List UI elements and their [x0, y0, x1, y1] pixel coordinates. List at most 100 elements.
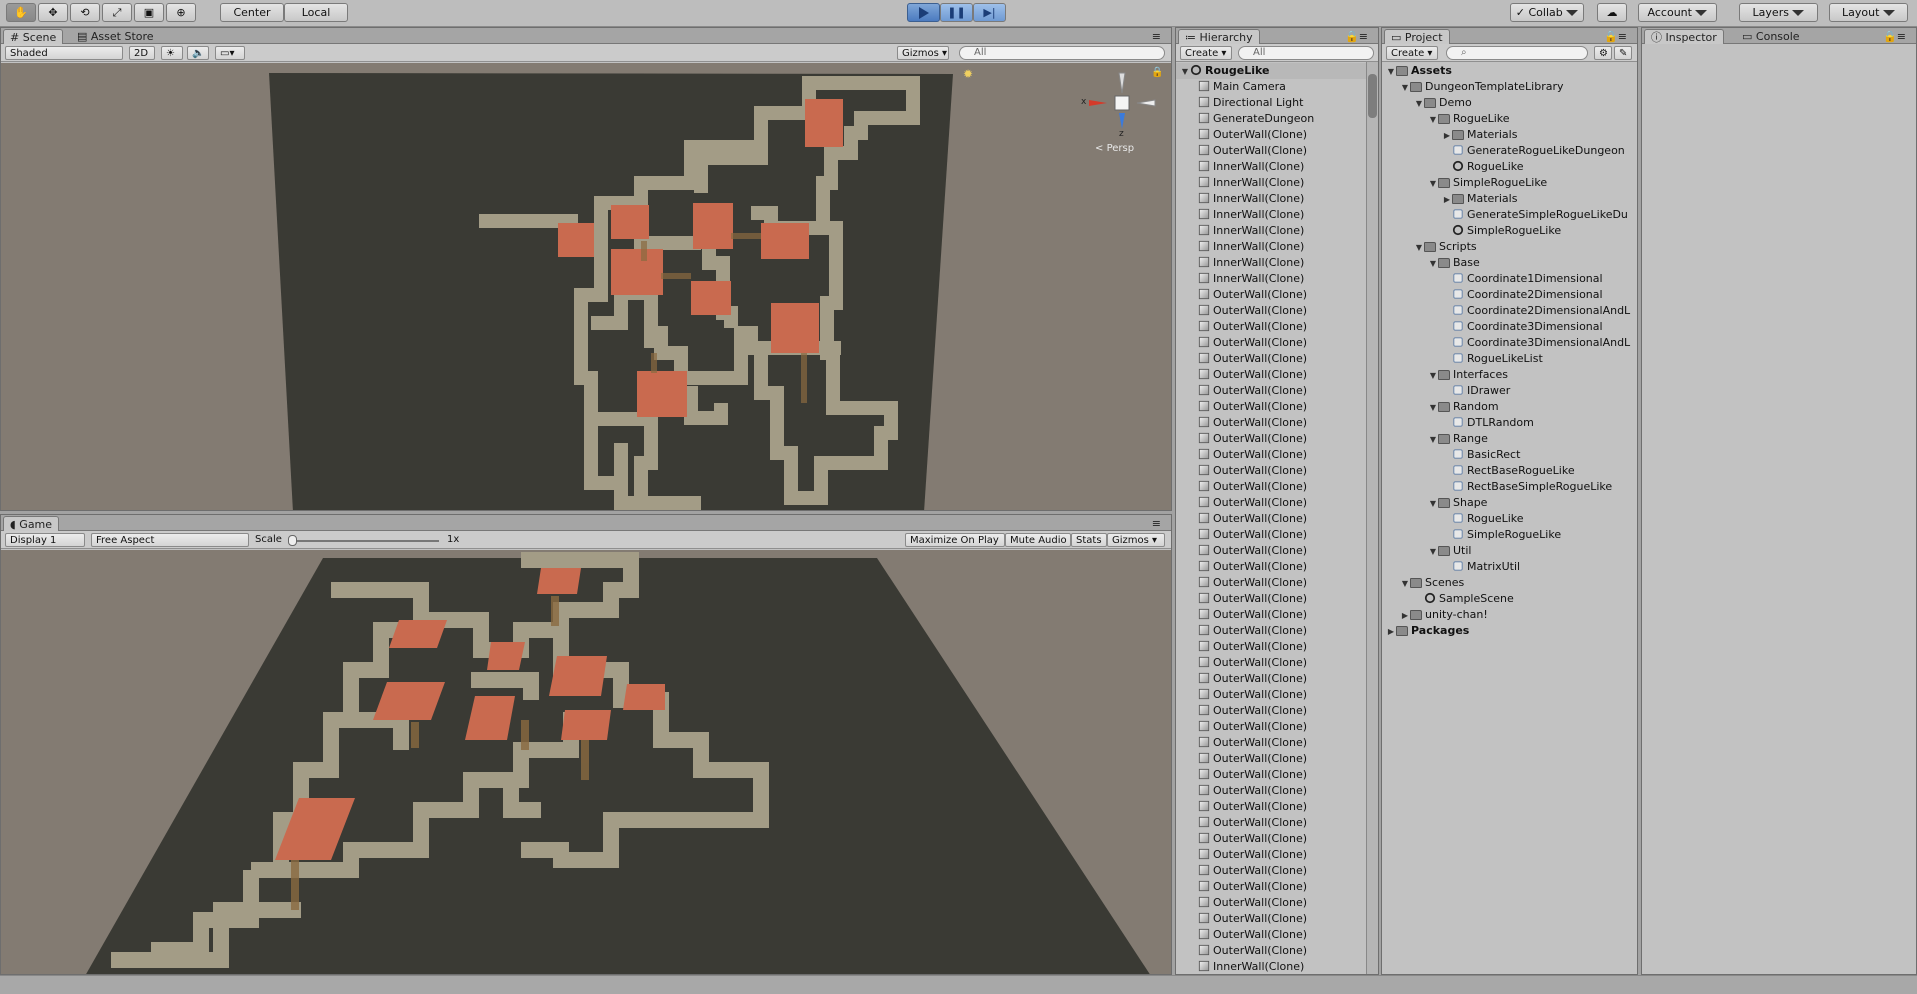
account-dropdown[interactable]: Account: [1638, 3, 1717, 22]
project-create-dropdown[interactable]: Create ▾: [1386, 46, 1438, 60]
play-button[interactable]: [907, 3, 940, 22]
hierarchy-item[interactable]: OuterWall(Clone): [1176, 479, 1378, 495]
hierarchy-item[interactable]: OuterWall(Clone): [1176, 431, 1378, 447]
project-item[interactable]: SimpleRogueLike: [1382, 223, 1637, 239]
layers-dropdown[interactable]: Layers: [1739, 3, 1818, 22]
project-item[interactable]: Coordinate1Dimensional: [1382, 271, 1637, 287]
hierarchy-item[interactable]: OuterWall(Clone): [1176, 671, 1378, 687]
collab-dropdown[interactable]: ✓ Collab: [1510, 3, 1584, 22]
hierarchy-item[interactable]: OuterWall(Clone): [1176, 575, 1378, 591]
hierarchy-item[interactable]: InnerWall(Clone): [1176, 271, 1378, 287]
hierarchy-item[interactable]: OuterWall(Clone): [1176, 527, 1378, 543]
effects-dropdown-icon[interactable]: ▭▾: [215, 46, 245, 60]
project-item[interactable]: DTLRandom: [1382, 415, 1637, 431]
hierarchy-item[interactable]: OuterWall(Clone): [1176, 511, 1378, 527]
project-item[interactable]: ▼ Interfaces: [1382, 367, 1637, 383]
project-item[interactable]: ▼ Demo: [1382, 95, 1637, 111]
hierarchy-item[interactable]: OuterWall(Clone): [1176, 767, 1378, 783]
filter-label-icon[interactable]: ✎: [1614, 46, 1632, 60]
hierarchy-item[interactable]: OuterWall(Clone): [1176, 703, 1378, 719]
hierarchy-item[interactable]: OuterWall(Clone): [1176, 815, 1378, 831]
rotate-tool-icon[interactable]: ⟲: [70, 3, 100, 22]
project-item[interactable]: ▼ Shape: [1382, 495, 1637, 511]
hierarchy-item[interactable]: OuterWall(Clone): [1176, 735, 1378, 751]
project-item[interactable]: IDrawer: [1382, 383, 1637, 399]
hierarchy-item[interactable]: OuterWall(Clone): [1176, 415, 1378, 431]
hierarchy-item[interactable]: Main Camera: [1176, 79, 1378, 95]
project-item[interactable]: RectBaseSimpleRogueLike: [1382, 479, 1637, 495]
project-item[interactable]: Coordinate3DimensionalAndL: [1382, 335, 1637, 351]
expand-arrow-icon[interactable]: ▶: [1442, 128, 1452, 144]
expand-arrow-icon[interactable]: ▼: [1180, 64, 1190, 80]
hierarchy-item[interactable]: OuterWall(Clone): [1176, 447, 1378, 463]
hierarchy-item[interactable]: InnerWall(Clone): [1176, 207, 1378, 223]
expand-arrow-icon[interactable]: ▼: [1414, 96, 1424, 112]
project-item[interactable]: ▼ RogueLike: [1382, 111, 1637, 127]
project-item[interactable]: ▼ DungeonTemplateLibrary: [1382, 79, 1637, 95]
project-item[interactable]: ▶ Materials: [1382, 191, 1637, 207]
expand-arrow-icon[interactable]: ▼: [1428, 400, 1438, 416]
expand-arrow-icon[interactable]: ▼: [1414, 240, 1424, 256]
orientation-gizmo[interactable]: x z < Persp: [1077, 71, 1167, 157]
scale-slider-handle[interactable]: [288, 535, 297, 546]
project-item[interactable]: ▼ Util: [1382, 543, 1637, 559]
hierarchy-item[interactable]: InnerWall(Clone): [1176, 959, 1378, 974]
step-button[interactable]: ▶|: [973, 3, 1006, 22]
project-item[interactable]: MatrixUtil: [1382, 559, 1637, 575]
project-item[interactable]: ▼ SimpleRogueLike: [1382, 175, 1637, 191]
hand-tool-icon[interactable]: ✋: [6, 3, 36, 22]
hierarchy-item[interactable]: OuterWall(Clone): [1176, 495, 1378, 511]
panel-menu-icon[interactable]: 🔒≡: [1598, 29, 1633, 44]
hierarchy-item[interactable]: OuterWall(Clone): [1176, 751, 1378, 767]
pivot-local-button[interactable]: Local: [284, 3, 348, 22]
hierarchy-create-dropdown[interactable]: Create ▾: [1180, 46, 1232, 60]
project-item[interactable]: BasicRect: [1382, 447, 1637, 463]
expand-arrow-icon[interactable]: ▶: [1386, 624, 1396, 640]
lock-icon[interactable]: 🔒: [1151, 67, 1163, 78]
shading-dropdown[interactable]: Shaded: [5, 46, 123, 60]
project-item[interactable]: ▼ Scripts: [1382, 239, 1637, 255]
lighting-toggle-icon[interactable]: ☀: [161, 46, 183, 60]
project-item[interactable]: SampleScene: [1382, 591, 1637, 607]
hierarchy-item[interactable]: OuterWall(Clone): [1176, 847, 1378, 863]
hierarchy-item[interactable]: OuterWall(Clone): [1176, 687, 1378, 703]
scene-search-input[interactable]: All: [959, 46, 1165, 60]
hierarchy-item[interactable]: OuterWall(Clone): [1176, 607, 1378, 623]
project-item[interactable]: SimpleRogueLike: [1382, 527, 1637, 543]
project-item[interactable]: ▼ Assets: [1382, 63, 1637, 79]
expand-arrow-icon[interactable]: ▼: [1428, 256, 1438, 272]
hierarchy-scrollbar[interactable]: [1366, 62, 1378, 974]
hierarchy-item[interactable]: InnerWall(Clone): [1176, 175, 1378, 191]
hierarchy-item[interactable]: OuterWall(Clone): [1176, 863, 1378, 879]
hierarchy-item[interactable]: OuterWall(Clone): [1176, 943, 1378, 959]
hierarchy-item[interactable]: InnerWall(Clone): [1176, 223, 1378, 239]
hierarchy-item[interactable]: GenerateDungeon: [1176, 111, 1378, 127]
mode-2d-toggle[interactable]: 2D: [129, 46, 155, 60]
hierarchy-item[interactable]: OuterWall(Clone): [1176, 623, 1378, 639]
hierarchy-item[interactable]: OuterWall(Clone): [1176, 143, 1378, 159]
project-item[interactable]: GenerateSimpleRogueLikeDu: [1382, 207, 1637, 223]
hierarchy-item[interactable]: OuterWall(Clone): [1176, 335, 1378, 351]
hierarchy-item[interactable]: OuterWall(Clone): [1176, 927, 1378, 943]
hierarchy-scene-root[interactable]: ▼ RougeLike: [1176, 63, 1378, 79]
hierarchy-item[interactable]: OuterWall(Clone): [1176, 799, 1378, 815]
project-item[interactable]: RogueLike: [1382, 511, 1637, 527]
hierarchy-item[interactable]: OuterWall(Clone): [1176, 367, 1378, 383]
tab-inspector[interactable]: ⓘ Inspector: [1644, 29, 1724, 44]
tab-hierarchy[interactable]: ≔ Hierarchy: [1178, 29, 1260, 44]
project-item[interactable]: RectBaseRogueLike: [1382, 463, 1637, 479]
expand-arrow-icon[interactable]: ▼: [1400, 80, 1410, 96]
game-gizmos-dropdown[interactable]: Gizmos ▾: [1107, 533, 1165, 547]
project-item[interactable]: Coordinate3Dimensional: [1382, 319, 1637, 335]
display-dropdown[interactable]: Display 1: [5, 533, 85, 547]
project-item[interactable]: ▼ Random: [1382, 399, 1637, 415]
project-item[interactable]: ▶ Materials: [1382, 127, 1637, 143]
hierarchy-item[interactable]: InnerWall(Clone): [1176, 239, 1378, 255]
hierarchy-item[interactable]: Directional Light: [1176, 95, 1378, 111]
hierarchy-item[interactable]: OuterWall(Clone): [1176, 351, 1378, 367]
hierarchy-item[interactable]: OuterWall(Clone): [1176, 543, 1378, 559]
hierarchy-item[interactable]: OuterWall(Clone): [1176, 911, 1378, 927]
tab-asset-store[interactable]: ▤ Asset Store: [71, 29, 160, 44]
hierarchy-item[interactable]: OuterWall(Clone): [1176, 639, 1378, 655]
project-item[interactable]: Coordinate2Dimensional: [1382, 287, 1637, 303]
